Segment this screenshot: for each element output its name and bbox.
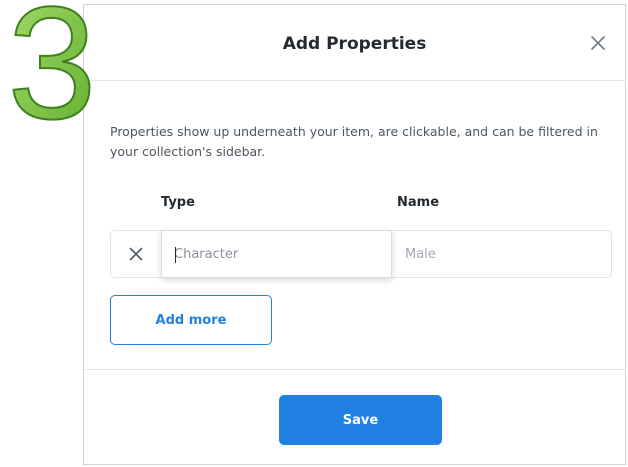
property-name-input[interactable] (392, 231, 611, 277)
save-button[interactable]: Save (279, 395, 442, 445)
footer-divider (84, 369, 625, 370)
add-more-button[interactable]: Add more (110, 295, 272, 345)
name-column-label: Name (397, 195, 440, 210)
close-button[interactable] (587, 32, 609, 54)
modal-title: Add Properties (282, 34, 427, 54)
property-type-input[interactable] (161, 230, 392, 278)
add-properties-modal: Add Properties Properties show up undern… (83, 4, 626, 465)
step-number-badge: 3 (2, 0, 102, 153)
type-column-label: Type (161, 195, 195, 210)
modal-header: Add Properties (84, 5, 625, 81)
property-row (110, 230, 612, 278)
modal-description: Properties show up underneath your item,… (110, 124, 598, 159)
text-cursor (175, 247, 176, 263)
screenshot-stage: Add Properties Properties show up undern… (0, 0, 628, 467)
close-icon (129, 247, 143, 261)
close-icon (591, 36, 605, 50)
remove-property-button[interactable] (111, 231, 162, 277)
step-number-text: 3 (8, 2, 97, 128)
